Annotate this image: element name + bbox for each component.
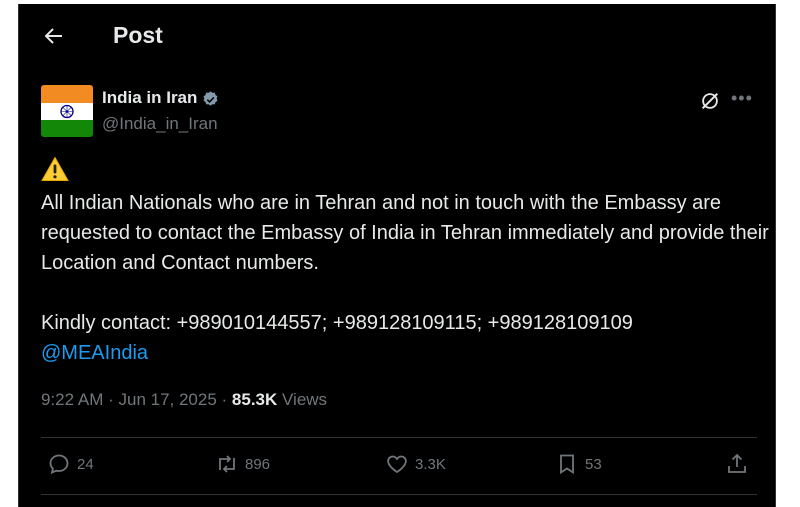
heart-icon [387, 455, 407, 474]
back-button[interactable] [41, 24, 69, 52]
verified-badge-icon [203, 90, 218, 106]
repost-icon [219, 455, 235, 473]
share-icon [728, 453, 746, 473]
india-flag-icon [41, 85, 93, 137]
author-name-row[interactable]: India in Iran [102, 88, 220, 108]
divider [41, 437, 757, 438]
post-detail-view: Post India in Iran @India_in_Iran ••• Al… [18, 4, 776, 507]
warning-icon [41, 156, 69, 181]
grok-button[interactable] [699, 90, 721, 112]
more-icon: ••• [731, 88, 753, 108]
bookmark-button[interactable]: 53 [555, 452, 602, 476]
reply-count: 24 [77, 455, 94, 473]
repost-count: 896 [245, 455, 271, 473]
header: Post [19, 4, 775, 68]
share-button[interactable] [725, 452, 755, 476]
reply-icon [49, 454, 69, 474]
post-body: All Indian Nationals who are in Tehran a… [41, 188, 771, 368]
mention-link[interactable]: @MEAIndia [41, 342, 148, 364]
avatar[interactable] [41, 85, 93, 137]
author-name[interactable]: India in Iran [102, 88, 197, 108]
like-count: 3.3K [415, 455, 446, 473]
post-time[interactable]: 9:22 AM [41, 390, 103, 409]
views-count: 85.3K [231, 390, 278, 409]
bookmark-count: 53 [585, 455, 602, 473]
meta-separator: · [103, 390, 119, 409]
page-title: Post [113, 22, 163, 48]
more-options-button[interactable]: ••• [731, 88, 753, 109]
post-contact-line: Kindly contact: +989010144557; +98912810… [41, 312, 633, 334]
post-meta: 9:22 AM · Jun 17, 2025 · 85.3K Views [41, 390, 327, 410]
views-label: Views [277, 390, 328, 409]
post-date[interactable]: Jun 17, 2025 [118, 390, 216, 409]
reply-button[interactable]: 24 [47, 452, 94, 476]
post-text-paragraph: All Indian Nationals who are in Tehran a… [41, 192, 769, 274]
divider [41, 494, 757, 495]
action-bar: 24 896 3.3K 53 [19, 444, 775, 494]
grok-icon [701, 92, 719, 110]
repost-button[interactable]: 896 [215, 452, 270, 476]
arrow-left-icon [44, 28, 62, 44]
author-handle[interactable]: @India_in_Iran [102, 114, 218, 134]
meta-separator: · [216, 390, 232, 409]
bookmark-icon [560, 454, 574, 475]
like-button[interactable]: 3.3K [385, 452, 446, 476]
